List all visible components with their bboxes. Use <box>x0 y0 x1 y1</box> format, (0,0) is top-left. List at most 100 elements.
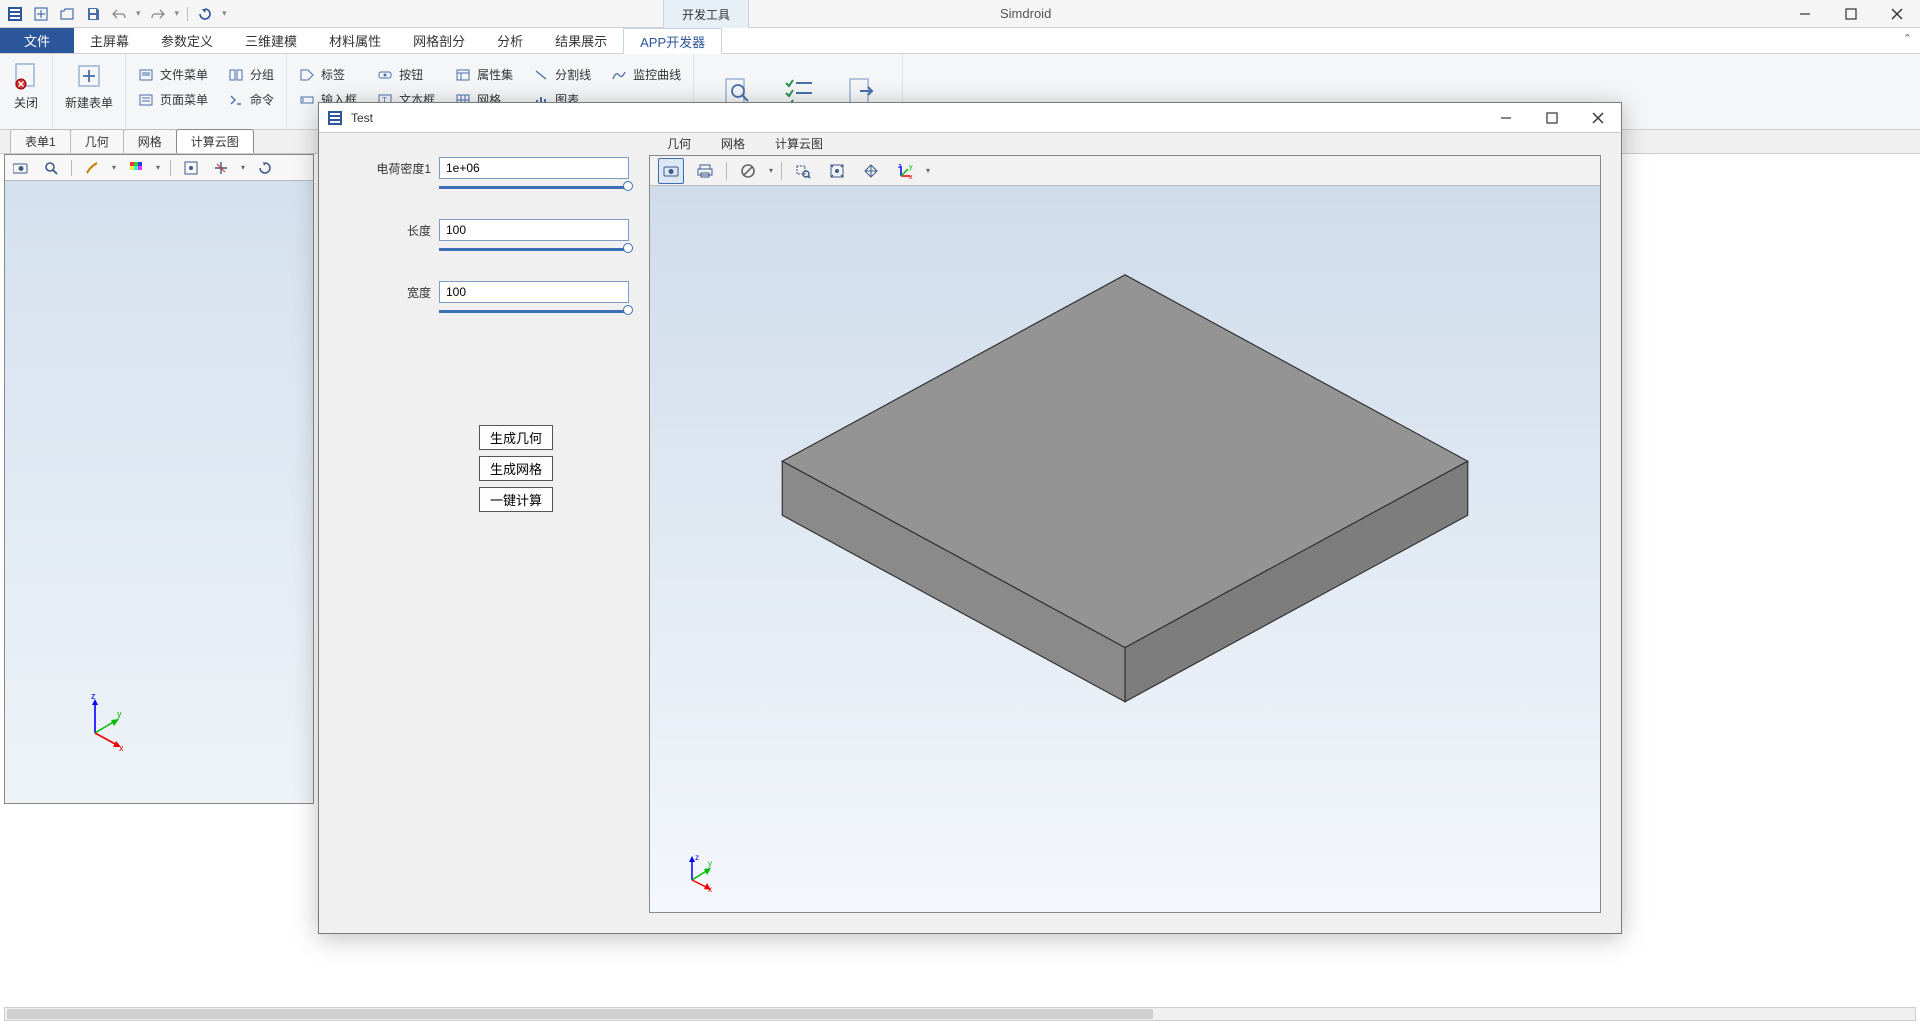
redo-dropdown-icon[interactable]: ▾ <box>175 8 180 19</box>
ribbon-group-menus: 文件菜单 页面菜单 分组 命令 <box>126 54 287 129</box>
label-tag-icon <box>299 67 315 83</box>
monitor-icon <box>611 67 627 83</box>
refresh-icon[interactable] <box>196 5 214 23</box>
colormap-dropdown-icon[interactable]: ▾ <box>156 163 160 172</box>
split-button[interactable]: 分割线 <box>529 64 595 85</box>
viewer-3d-canvas[interactable]: z y x <box>650 186 1600 912</box>
param-row-density: 电荷密度1 <box>359 157 629 179</box>
monitor-btn-label: 监控曲线 <box>633 66 681 83</box>
dialog-titlebar[interactable]: Test <box>319 103 1621 133</box>
no-entry-icon[interactable] <box>735 158 761 184</box>
brush-dropdown-icon[interactable]: ▾ <box>112 163 116 172</box>
close-button[interactable]: 关闭 <box>8 58 44 115</box>
viewer-tab[interactable]: 几何 <box>661 132 697 155</box>
viewer-axis-triad-icon: z y x <box>680 852 720 892</box>
parameter-panel: 电荷密度1 长度 宽度 生成几何 生成网格 一键计算 <box>319 133 649 933</box>
generate-mesh-button[interactable]: 生成网格 <box>479 456 553 481</box>
title-bar: ▾ ▾ ▾ 开发工具 Simdroid <box>0 0 1920 28</box>
doc-tab[interactable]: 几何 <box>70 129 124 153</box>
button-btn-label: 按钮 <box>399 66 423 83</box>
new-icon[interactable] <box>32 5 50 23</box>
snapshot-icon[interactable] <box>658 158 684 184</box>
split-btn-label: 分割线 <box>555 66 591 83</box>
open-icon[interactable] <box>58 5 76 23</box>
command-label: 命令 <box>250 91 274 108</box>
group-button[interactable]: 分组 <box>224 64 278 85</box>
page-menu-label: 页面菜单 <box>160 91 208 108</box>
charge-density-input[interactable] <box>439 157 629 179</box>
button-control-button[interactable]: 按钮 <box>373 64 439 85</box>
fit-icon[interactable] <box>181 158 201 178</box>
toolbar-separator <box>71 160 72 176</box>
minimize-button[interactable] <box>1782 0 1828 28</box>
doc-tab[interactable]: 表单1 <box>10 129 71 153</box>
viewer-tab[interactable]: 计算云图 <box>769 132 829 155</box>
refresh-dropdown-icon[interactable]: ▾ <box>222 8 227 19</box>
viewer-toolbar: ▾ zyx ▾ <box>650 156 1600 186</box>
ribbon-group-close: 关闭 <box>0 54 53 129</box>
redo-icon[interactable] <box>149 5 167 23</box>
axis-view-icon[interactable]: zyx <box>892 158 918 184</box>
brush-icon[interactable] <box>82 158 102 178</box>
ribbon-tab-active[interactable]: APP开发器 <box>623 28 722 54</box>
ribbon-tab[interactable]: 参数定义 <box>145 28 229 53</box>
no-entry-dropdown-icon[interactable]: ▾ <box>769 166 773 175</box>
dev-tools-context-tab[interactable]: 开发工具 <box>663 0 749 28</box>
ribbon-tab[interactable]: 结果展示 <box>539 28 623 53</box>
axis-view-dropdown-icon[interactable]: ▾ <box>926 166 930 175</box>
zoom-window-icon[interactable] <box>790 158 816 184</box>
length-input[interactable] <box>439 219 629 241</box>
action-buttons: 生成几何 生成网格 一键计算 <box>479 425 629 512</box>
width-input[interactable] <box>439 281 629 303</box>
viewer-panel: 几何 网格 计算云图 ▾ zyx ▾ <box>649 133 1601 913</box>
charge-density-slider[interactable] <box>439 185 629 191</box>
ribbon-collapse-icon[interactable]: ⌃ <box>1903 32 1912 45</box>
ribbon-tab[interactable]: 分析 <box>481 28 539 53</box>
length-slider[interactable] <box>439 247 629 253</box>
svg-text:x: x <box>909 174 913 179</box>
command-button[interactable]: 命令 <box>224 89 278 110</box>
dialog-maximize-button[interactable] <box>1529 103 1575 133</box>
ribbon-tab[interactable]: 材料属性 <box>313 28 397 53</box>
qat-separator <box>187 7 188 21</box>
undo-dropdown-icon[interactable]: ▾ <box>136 8 141 19</box>
one-click-compute-button[interactable]: 一键计算 <box>479 487 553 512</box>
dialog-title-text: Test <box>351 111 373 125</box>
propset-btn-label: 属性集 <box>477 66 513 83</box>
group-label: 分组 <box>250 66 274 83</box>
magnify-icon[interactable] <box>41 158 61 178</box>
print-icon[interactable] <box>692 158 718 184</box>
ribbon-tab[interactable]: 网格剖分 <box>397 28 481 53</box>
close-window-button[interactable] <box>1874 0 1920 28</box>
camera-snapshot-icon[interactable] <box>11 158 31 178</box>
rotate-icon[interactable] <box>255 158 275 178</box>
scrollbar-thumb[interactable] <box>7 1009 1153 1019</box>
new-form-button[interactable]: 新建表单 <box>61 58 117 115</box>
dialog-minimize-button[interactable] <box>1483 103 1529 133</box>
monitor-curve-button[interactable]: 监控曲线 <box>607 64 685 85</box>
doc-tab[interactable]: 网格 <box>123 129 177 153</box>
ribbon-tab-file[interactable]: 文件 <box>0 28 74 53</box>
fit-view-icon[interactable] <box>824 158 850 184</box>
file-menu-icon <box>138 67 154 83</box>
generate-geometry-button[interactable]: 生成几何 <box>479 425 553 450</box>
doc-tab-active[interactable]: 计算云图 <box>176 129 254 153</box>
propset-button[interactable]: 属性集 <box>451 64 517 85</box>
horizontal-scrollbar[interactable] <box>4 1007 1916 1021</box>
undo-icon[interactable] <box>110 5 128 23</box>
save-icon[interactable] <box>84 5 102 23</box>
width-slider[interactable] <box>439 309 629 315</box>
orient-icon[interactable] <box>211 158 231 178</box>
pan-icon[interactable] <box>858 158 884 184</box>
page-menu-button[interactable]: 页面菜单 <box>134 89 212 110</box>
file-menu-button[interactable]: 文件菜单 <box>134 64 212 85</box>
colormap-icon[interactable] <box>126 158 146 178</box>
dialog-close-button[interactable] <box>1575 103 1621 133</box>
propset-icon <box>455 67 471 83</box>
label-button[interactable]: 标签 <box>295 64 361 85</box>
maximize-button[interactable] <box>1828 0 1874 28</box>
viewer-tab[interactable]: 网格 <box>715 132 751 155</box>
orient-dropdown-icon[interactable]: ▾ <box>241 163 245 172</box>
ribbon-tab[interactable]: 主屏幕 <box>74 28 145 53</box>
ribbon-tab[interactable]: 三维建模 <box>229 28 313 53</box>
